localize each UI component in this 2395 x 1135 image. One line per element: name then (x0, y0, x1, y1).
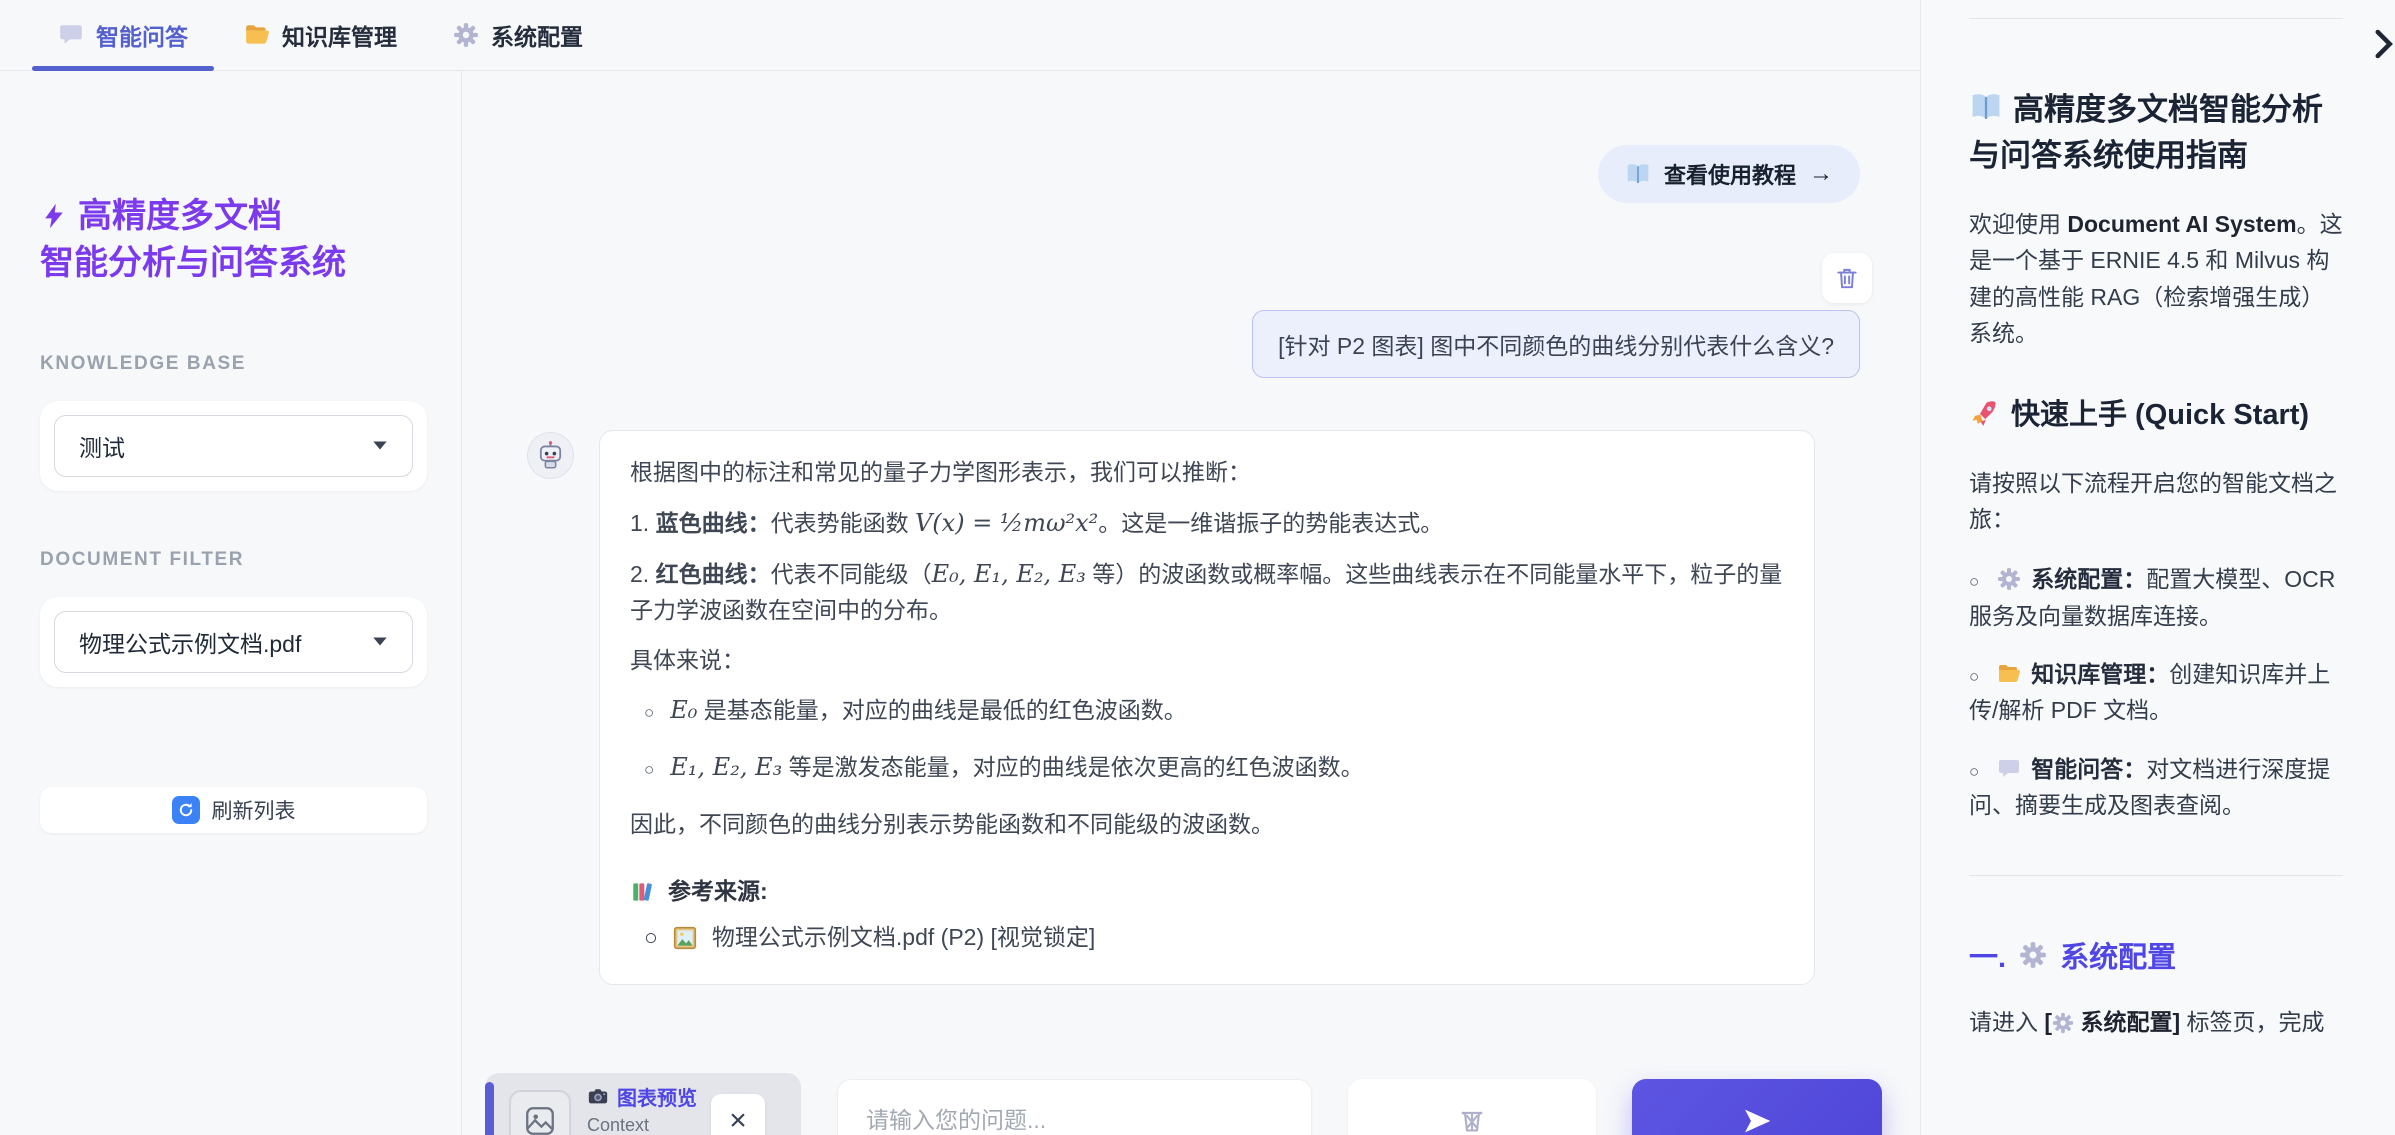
assistant-bullet: ○E₁, E₂, E₃ 等是激发态能量，对应的曲线是依次更高的红色波函数。 (644, 749, 1784, 786)
assistant-point-red-curve: 2. 红色曲线：代表不同能级（E₀, E₁, E₂, E₃ 等）的波函数或概率幅… (630, 556, 1784, 629)
framed-picture-icon (672, 925, 698, 951)
tab-label: 知识库管理 (282, 18, 397, 52)
step-system-config: ○系统配置：配置大模型、OCR 服务及向量数据库连接。 (1969, 561, 2343, 634)
circle-bullet-marker: ○ (644, 703, 654, 722)
context-chip: 图表预览 Context Locked × (485, 1073, 801, 1135)
context-chip-accent-bar (485, 1082, 494, 1135)
chart-preview-title: 图表预览 (587, 1082, 705, 1111)
open-book-icon (1625, 161, 1651, 187)
main-column: 智能问答 知识库管理 系统配置 查看使用教程 → (0, 0, 1920, 1135)
speech-bubble-icon (58, 22, 84, 48)
refresh-list-button[interactable]: 刷新列表 (40, 787, 427, 833)
assistant-bullet: ○E₀ 是基态能量，对应的曲线是最低的红色波函数。 (644, 692, 1784, 729)
caret-down-icon (372, 636, 388, 647)
user-message: [针对 P2 图表] 图中不同颜色的曲线分别代表什么含义? (1252, 310, 1860, 378)
document-filter-label: DOCUMENT FILTER (40, 549, 427, 571)
tab-system-config[interactable]: 系统配置 (425, 0, 611, 70)
context-locked-label: Context Locked (587, 1114, 705, 1135)
step-smart-qa: ○智能问答：对文档进行深度提问、摘要生成及图表查阅。 (1969, 751, 2343, 824)
gear-icon (453, 22, 479, 48)
open-book-icon (1969, 90, 2003, 124)
section-one-heading: 一. 系统配置 (1969, 934, 2343, 976)
speech-bubble-icon (1997, 757, 2021, 781)
assistant-message-row: 根据图中的标注和常见的量子力学图形表示，我们可以推断： 1. 蓝色曲线：代表势能… (527, 430, 1860, 985)
quick-start-heading: 快速上手 (Quick Start) (1969, 395, 2343, 436)
robot-avatar-icon (527, 432, 574, 479)
tutorial-label: 查看使用教程 (1664, 158, 1796, 190)
knowledge-base-card: 测试 (40, 401, 427, 491)
circle-bullet-marker: ○ (1969, 572, 1979, 591)
delete-conversation-button[interactable] (1822, 253, 1872, 303)
circle-bullet-marker: ○ (1969, 667, 1979, 686)
knowledge-base-select[interactable]: 测试 (54, 415, 413, 477)
assistant-point-blue-curve: 1. 蓝色曲线：代表势能函数 V(x) = ½mω²x²。这是一维谐振子的势能表… (630, 505, 1784, 542)
knowledge-base-label: KNOWLEDGE BASE (40, 353, 427, 375)
question-input-wrap (837, 1079, 1312, 1135)
usage-guide-panel: 高精度多文档智能分析与问答系统使用指南 欢迎使用 Document AI Sys… (1920, 0, 2395, 1135)
tab-bar: 智能问答 知识库管理 系统配置 (0, 0, 1920, 71)
gear-icon (2019, 941, 2047, 969)
step-knowledge-base: ○知识库管理：创建知识库并上传/解析 PDF 文档。 (1969, 656, 2343, 729)
rocket-icon (1969, 399, 1999, 429)
knowledge-base-value: 测试 (79, 429, 125, 463)
tab-label: 智能问答 (96, 18, 188, 52)
quick-start-intro: 请按照以下流程开启您的智能文档之旅： (1969, 465, 2343, 538)
circle-bullet-marker: ○ (1969, 762, 1979, 781)
refresh-icon (172, 796, 200, 824)
close-icon[interactable]: × (711, 1094, 765, 1135)
caret-down-icon (372, 440, 388, 451)
folder-icon (244, 22, 270, 48)
composer-bar: 图表预览 Context Locked × (485, 1073, 1880, 1135)
document-filter-card: 物理公式示例文档.pdf (40, 597, 427, 687)
circle-bullet-marker: ○ (644, 760, 654, 779)
clear-input-button[interactable] (1348, 1079, 1596, 1135)
chevron-right-icon (2365, 26, 2395, 62)
reference-source-item[interactable]: ○ 物理公式示例文档.pdf (P2) [视觉锁定] (644, 920, 1784, 956)
refresh-label: 刷新列表 (212, 795, 296, 825)
assistant-conclusion: 因此，不同颜色的曲线分别表示势能函数和不同能级的波函数。 (630, 807, 1784, 843)
camera-icon (587, 1086, 609, 1108)
divider (1969, 18, 2343, 19)
arrow-right-icon: → (1809, 160, 1833, 188)
tab-smart-qa[interactable]: 智能问答 (30, 0, 216, 70)
tab-label: 系统配置 (491, 18, 583, 52)
folder-icon (1997, 662, 2021, 686)
section-one-body: 请进入 [ 系统配置] 标签页，完成 (1969, 1004, 2343, 1040)
trash-icon (1834, 265, 1860, 291)
divider (1969, 875, 2343, 876)
books-icon (630, 879, 656, 905)
image-placeholder-icon (509, 1090, 571, 1135)
assistant-message: 根据图中的标注和常见的量子力学图形表示，我们可以推断： 1. 蓝色曲线：代表势能… (599, 430, 1815, 985)
guide-title: 高精度多文档智能分析与问答系统使用指南 (1969, 87, 2343, 178)
collapse-panel-button[interactable] (2365, 26, 2395, 62)
lightning-bolt-icon (40, 202, 68, 230)
app-title: 高精度多文档 智能分析与问答系统 (40, 193, 427, 287)
wastebasket-icon (1457, 1106, 1487, 1135)
energy-levels-formula: E₀, E₁, E₂, E₃ (932, 560, 1086, 588)
gear-icon (1997, 567, 2021, 591)
send-button[interactable] (1632, 1079, 1882, 1135)
assistant-intro: 根据图中的标注和常见的量子力学图形表示，我们可以推断： (630, 455, 1784, 491)
reference-heading: 参考来源: (630, 874, 1784, 910)
document-filter-select[interactable]: 物理公式示例文档.pdf (54, 611, 413, 673)
question-input[interactable] (838, 1080, 1311, 1135)
view-tutorial-button[interactable]: 查看使用教程 → (1598, 145, 1860, 203)
tab-knowledge-base[interactable]: 知识库管理 (216, 0, 425, 70)
circle-bullet-marker: ○ (644, 920, 658, 956)
send-arrow-icon (1741, 1105, 1773, 1135)
detail-label: 具体来说： (630, 643, 1784, 679)
document-filter-value: 物理公式示例文档.pdf (79, 625, 301, 659)
gear-icon (2052, 1012, 2074, 1034)
guide-welcome: 欢迎使用 Document AI System。这是一个基于 ERNIE 4.5… (1969, 206, 2343, 351)
context-chip-text: 图表预览 Context Locked (587, 1082, 705, 1135)
qa-content: 查看使用教程 → 高精度多文档 智能分析与问答系统 KNOWLEDGE BASE… (0, 71, 1920, 1135)
quick-start-steps: ○系统配置：配置大模型、OCR 服务及向量数据库连接。 ○知识库管理：创建知识库… (1969, 561, 2343, 823)
reference-source-text: 物理公式示例文档.pdf (P2) [视觉锁定] (712, 920, 1095, 956)
app-title-line1: 高精度多文档 (78, 197, 282, 235)
potential-formula: V(x) = ½mω²x² (915, 509, 1098, 537)
sidebar: 高精度多文档 智能分析与问答系统 KNOWLEDGE BASE 测试 DOCUM… (0, 71, 462, 1135)
chat-area: [针对 P2 图表] 图中不同颜色的曲线分别代表什么含义? 根据图中的标注和常见… (462, 71, 1920, 1135)
app-title-line2: 智能分析与问答系统 (40, 244, 346, 282)
